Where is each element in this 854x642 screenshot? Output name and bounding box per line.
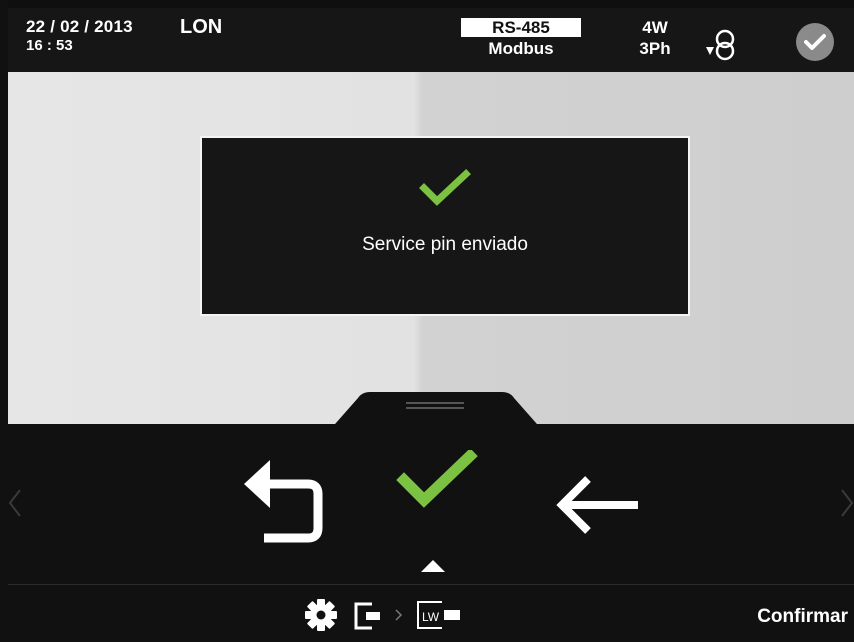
message-dialog: Service pin enviado [200,136,690,316]
time-display: 16 : 53 [26,37,73,54]
status-ok-icon[interactable] [794,21,836,63]
footer-divider [8,584,854,585]
bus-label: Modbus [488,39,554,58]
checkmark-icon [419,169,471,206]
content-area: Service pin enviado [8,72,854,424]
protocol-badge: RS-485 [461,18,581,37]
drawer-handle-tab[interactable] [328,392,544,432]
settings-icon[interactable] [304,598,338,632]
dialog-message: Service pin enviado [362,234,528,255]
status-header: 22 / 02 / 2013 16 : 53 LON RS-485 Modbus… [8,8,854,72]
next-page-icon[interactable] [840,488,854,518]
transformer-icon [706,29,735,61]
date-display: 22 / 02 / 2013 [26,17,133,36]
phase-label: 3Ph [639,39,671,58]
up-triangle-icon[interactable] [418,556,448,576]
confirm-label[interactable]: Confirmar [728,606,848,628]
wiring-label: 4W [642,18,668,37]
lw-icon[interactable]: LW [414,596,472,634]
location-label: LON [180,16,223,38]
previous-page-icon[interactable] [8,488,22,518]
left-arrow-button[interactable] [552,474,642,536]
back-button[interactable] [240,456,326,546]
exit-icon[interactable] [352,598,408,632]
device-screen: 22 / 02 / 2013 16 : 53 LON RS-485 Modbus… [8,0,854,642]
svg-text:LW: LW [422,610,440,624]
confirm-button[interactable] [396,450,478,512]
